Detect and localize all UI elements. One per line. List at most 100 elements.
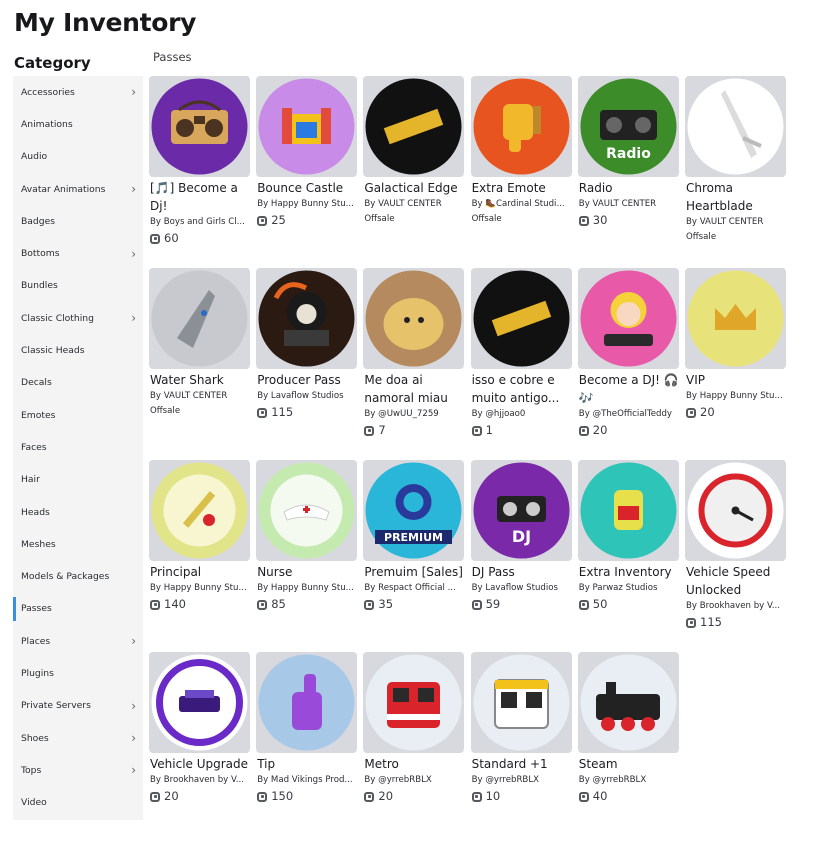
creator-name-link[interactable]: @yrrebRBLX [378, 775, 432, 785]
sidebar-item-classic-clothing[interactable]: Classic Clothing › [13, 302, 143, 334]
creator-name-link[interactable]: Brookhaven by V... [164, 775, 244, 785]
pass-name[interactable]: Radio [578, 179, 679, 197]
pass-name[interactable]: Become a DJ! 🎧🎶 [578, 371, 679, 407]
pass-card[interactable]: VIP By Happy Bunny Stu... 20 [685, 268, 786, 454]
pass-card[interactable]: Vehicle Upgrade By Brookhaven by V... 20 [149, 652, 250, 838]
pass-card[interactable]: Steam By @yrrebRBLX 40 [577, 652, 679, 838]
pass-card[interactable]: Bounce Castle By Happy Bunny Stu... 25 [256, 76, 358, 262]
sidebar-item-faces[interactable]: Faces [13, 431, 143, 463]
pass-card[interactable]: Chroma Heartblade By VAULT CENTER Offsale [685, 76, 786, 262]
pass-name[interactable]: Steam [578, 755, 679, 773]
pass-card[interactable]: Me doa ai namoral miau By @UwUU_7259 7 [363, 268, 465, 454]
sidebar-item-video[interactable]: Video [13, 787, 143, 819]
pass-card[interactable]: Producer Pass By Lavaflow Studios 115 [256, 268, 358, 454]
pass-card[interactable]: Standard +1 By @yrrebRBLX 10 [470, 652, 572, 838]
premium-badge-icon[interactable]: PREMIUM [363, 460, 465, 561]
pass-name[interactable]: Chroma Heartblade [685, 179, 786, 215]
pass-card[interactable]: Principal By Happy Bunny Stu... 140 [149, 460, 250, 646]
thumbs-down-icon[interactable] [470, 76, 572, 177]
creator-name-link[interactable]: Happy Bunny Stu... [164, 583, 247, 593]
creator-name-link[interactable]: @yrrebRBLX [593, 775, 647, 785]
pass-name[interactable]: Standard +1 [471, 755, 572, 773]
sidebar-item-emotes[interactable]: Emotes [13, 399, 143, 431]
radio-icon[interactable]: Radio [577, 76, 679, 177]
sidebar-item-models-packages[interactable]: Models & Packages [13, 560, 143, 592]
pass-card[interactable]: Metro By @yrrebRBLX 20 [363, 652, 465, 838]
pass-name[interactable]: Extra Emote [471, 179, 572, 197]
pass-card[interactable]: PREMIUM Premuim [Sales] By Respact Officia… [363, 460, 465, 646]
speedometer-icon[interactable] [685, 460, 786, 561]
pass-name[interactable]: Water Shark [149, 371, 250, 389]
dj-controller-icon[interactable]: DJ [470, 460, 572, 561]
creator-name-link[interactable]: @hjjoao0 [485, 409, 525, 419]
pass-name[interactable]: isso e cobre e muito antigo... [471, 371, 572, 407]
creator-name-link[interactable]: @UwUU_7259 [378, 409, 439, 419]
sidebar-item-bottoms[interactable]: Bottoms › [13, 237, 143, 269]
nurse-cap-icon[interactable] [256, 460, 358, 561]
sidebar-item-accessories[interactable]: Accessories › [13, 76, 143, 108]
pass-name[interactable]: Galactical Edge [363, 179, 464, 197]
creator-name-link[interactable]: Lavaflow Studios [271, 391, 344, 401]
pass-name[interactable]: Nurse [256, 563, 357, 581]
sidebar-item-decals[interactable]: Decals [13, 367, 143, 399]
sidebar-item-audio[interactable]: Audio [13, 141, 143, 173]
pass-name[interactable]: Extra Inventory [578, 563, 679, 581]
pass-card[interactable]: Become a DJ! 🎧🎶 By @TheOfficialTeddy 20 [577, 268, 679, 454]
pass-name[interactable]: Premuim [Sales] [363, 563, 464, 581]
crown-icon[interactable] [685, 268, 786, 369]
pass-name[interactable]: Bounce Castle [256, 179, 357, 197]
pass-name[interactable]: Producer Pass [256, 371, 357, 389]
creator-name-link[interactable]: Lavaflow Studios [485, 583, 558, 593]
pass-name[interactable]: Vehicle Upgrade [149, 755, 250, 773]
boombox-icon[interactable] [149, 76, 250, 177]
pass-name[interactable]: Metro [363, 755, 464, 773]
pass-name[interactable]: DJ Pass [471, 563, 572, 581]
backpack-icon[interactable] [577, 460, 679, 561]
creator-name-link[interactable]: VAULT CENTER [593, 199, 657, 209]
pass-card[interactable]: DJ DJ Pass By Lavaflow Studios 59 [470, 460, 572, 646]
creator-name-link[interactable]: VAULT CENTER [378, 199, 442, 209]
creator-name-link[interactable]: Brookhaven by V... [700, 601, 780, 611]
pass-name[interactable]: Vehicle Speed Unlocked [685, 563, 786, 599]
pass-name[interactable]: Tip [256, 755, 357, 773]
creator-name-link[interactable]: VAULT CENTER [700, 217, 764, 227]
sidebar-item-shoes[interactable]: Shoes › [13, 722, 143, 754]
pass-card[interactable]: [🎵] Become a Dj! By Boys and Girls Cl... 6… [149, 76, 250, 262]
pass-name[interactable]: Me doa ai namoral miau [363, 371, 464, 407]
pass-card[interactable]: Galactical Edge By VAULT CENTER Offsale [363, 76, 465, 262]
creator-name-link[interactable]: @TheOfficialTeddy [593, 409, 673, 419]
sidebar-item-private-servers[interactable]: Private Servers › [13, 690, 143, 722]
creator-name-link[interactable]: Respact Official ... [378, 583, 456, 593]
pass-name[interactable]: [🎵] Become a Dj! [149, 179, 250, 215]
metro-train-icon[interactable] [363, 652, 465, 753]
pass-name[interactable]: Principal [149, 563, 250, 581]
sidebar-item-places[interactable]: Places › [13, 625, 143, 657]
creator-name-link[interactable]: Boys and Girls Cl... [164, 217, 245, 227]
sword-icon[interactable] [685, 76, 786, 177]
pass-card[interactable]: Extra Inventory By Parwaz Studios 50 [577, 460, 679, 646]
steam-locomotive-icon[interactable] [577, 652, 679, 753]
sidebar-item-animations[interactable]: Animations [13, 108, 143, 140]
bounce-castle-icon[interactable] [256, 76, 358, 177]
gold-bar-icon[interactable] [470, 268, 572, 369]
sidebar-item-bundles[interactable]: Bundles [13, 270, 143, 302]
standard-train-icon[interactable] [470, 652, 572, 753]
sidebar-item-passes[interactable]: Passes [13, 593, 143, 625]
shark-icon[interactable] [149, 268, 250, 369]
pass-card[interactable]: Tip By Mad Vikings Prod... 150 [256, 652, 358, 838]
pass-card[interactable]: isso e cobre e muito antigo... By @hjjoao… [470, 268, 572, 454]
creator-name-link[interactable]: Mad Vikings Prod... [271, 775, 353, 785]
sidebar-item-heads[interactable]: Heads [13, 496, 143, 528]
pass-card[interactable]: Water Shark By VAULT CENTER Offsale [149, 268, 250, 454]
ruler-apple-icon[interactable] [149, 460, 250, 561]
pass-card[interactable]: Nurse By Happy Bunny Stu... 85 [256, 460, 358, 646]
thumbs-up-icon[interactable] [256, 652, 358, 753]
creator-name-link[interactable]: VAULT CENTER [164, 391, 228, 401]
pass-card[interactable]: Radio Radio By VAULT CENTER 30 [577, 76, 679, 262]
gold-bar-icon[interactable] [363, 76, 465, 177]
creator-name-link[interactable]: @yrrebRBLX [485, 775, 539, 785]
creator-name-link[interactable]: Parwaz Studios [593, 583, 658, 593]
pass-card[interactable]: Extra Emote By 🥾Cardinal Studi... Offsale [470, 76, 572, 262]
creator-name-link[interactable]: Happy Bunny Stu... [700, 391, 783, 401]
sidebar-item-badges[interactable]: Badges [13, 205, 143, 237]
